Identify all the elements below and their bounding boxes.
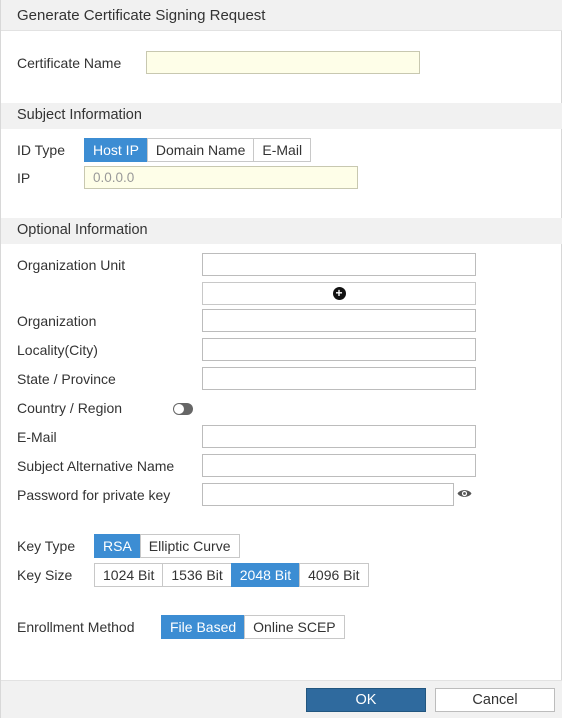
csr-dialog: Generate Certificate Signing Request Cer… bbox=[0, 0, 562, 718]
key-type-rsa[interactable]: RSA bbox=[94, 534, 141, 558]
eye-icon[interactable] bbox=[457, 488, 472, 499]
locality-label: Locality(City) bbox=[17, 342, 98, 358]
key-type-label: Key Type bbox=[17, 538, 76, 554]
country-label: Country / Region bbox=[17, 400, 123, 416]
organization-label: Organization bbox=[17, 313, 97, 329]
id-type-label: ID Type bbox=[17, 142, 65, 158]
id-type-email[interactable]: E-Mail bbox=[253, 138, 312, 162]
ip-placeholder: 0.0.0.0 bbox=[93, 170, 135, 185]
organization-input[interactable] bbox=[202, 309, 476, 332]
key-size-selector: 1024 Bit 1536 Bit 2048 Bit 4096 Bit bbox=[94, 563, 369, 587]
locality-input[interactable] bbox=[202, 338, 476, 361]
id-type-host-ip[interactable]: Host IP bbox=[84, 138, 148, 162]
key-size-1024[interactable]: 1024 Bit bbox=[94, 563, 164, 587]
state-input[interactable] bbox=[202, 367, 476, 390]
subject-information-header: Subject Information bbox=[1, 103, 562, 129]
subject-information-title: Subject Information bbox=[17, 107, 142, 123]
optional-information-header: Optional Information bbox=[1, 218, 562, 244]
password-label: Password for private key bbox=[17, 487, 171, 503]
id-type-domain-name[interactable]: Domain Name bbox=[146, 138, 255, 162]
enrollment-online-scep[interactable]: Online SCEP bbox=[244, 615, 345, 639]
key-type-selector: RSA Elliptic Curve bbox=[94, 534, 240, 558]
country-toggle[interactable] bbox=[173, 403, 193, 415]
cancel-button[interactable]: Cancel bbox=[435, 688, 555, 712]
plus-circle-icon: + bbox=[332, 287, 346, 300]
org-unit-input[interactable] bbox=[202, 253, 476, 276]
add-org-unit-button[interactable]: + bbox=[202, 282, 476, 305]
email-input[interactable] bbox=[202, 425, 476, 448]
enrollment-method-selector: File Based Online SCEP bbox=[161, 615, 345, 639]
certificate-name-label: Certificate Name bbox=[17, 55, 122, 71]
state-label: State / Province bbox=[17, 371, 116, 387]
dialog-header: Generate Certificate Signing Request bbox=[1, 0, 562, 31]
ok-button[interactable]: OK bbox=[306, 688, 426, 712]
org-unit-label: Organization Unit bbox=[17, 257, 126, 273]
enrollment-file-based[interactable]: File Based bbox=[161, 615, 246, 639]
key-size-2048[interactable]: 2048 Bit bbox=[230, 563, 301, 587]
key-size-label: Key Size bbox=[17, 567, 73, 583]
key-size-4096[interactable]: 4096 Bit bbox=[299, 563, 369, 587]
san-label: Subject Alternative Name bbox=[17, 458, 175, 474]
email-label: E-Mail bbox=[17, 429, 57, 445]
key-type-elliptic-curve[interactable]: Elliptic Curve bbox=[139, 534, 240, 558]
id-type-selector: Host IP Domain Name E-Mail bbox=[84, 138, 312, 162]
key-size-1536[interactable]: 1536 Bit bbox=[162, 563, 232, 587]
optional-information-title: Optional Information bbox=[17, 222, 148, 238]
ip-input[interactable]: 0.0.0.0 bbox=[84, 166, 358, 189]
ip-label: IP bbox=[17, 170, 31, 186]
san-input[interactable] bbox=[202, 454, 476, 477]
dialog-title: Generate Certificate Signing Request bbox=[17, 7, 266, 24]
certificate-name-input[interactable] bbox=[146, 51, 420, 74]
dialog-footer: OK Cancel bbox=[1, 680, 562, 718]
enrollment-method-label: Enrollment Method bbox=[17, 619, 135, 635]
password-input[interactable] bbox=[202, 483, 454, 506]
